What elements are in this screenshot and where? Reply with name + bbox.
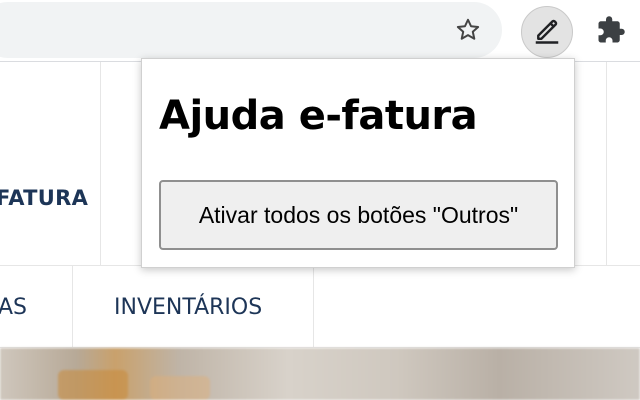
activate-outros-buttons-button[interactable]: Ativar todos os botões "Outros" [159, 180, 558, 250]
hero-image-detail [58, 370, 128, 400]
nav-divider [606, 62, 607, 266]
nav-divider [72, 266, 73, 348]
bookmark-star-icon[interactable] [452, 14, 484, 46]
nav-divider [100, 62, 101, 266]
pen-underline-icon [532, 15, 562, 50]
hero-image-detail [150, 376, 210, 400]
hero-image [0, 348, 640, 400]
address-bar[interactable] [0, 2, 502, 58]
nav-item-inventarios[interactable]: INVENTÁRIOS [114, 295, 262, 320]
popup-title: Ajuda e-fatura [159, 93, 478, 139]
browser-toolbar [0, 0, 640, 62]
nav-item-as[interactable]: AS [0, 295, 27, 320]
extension-ajuda-efatura-button[interactable] [521, 6, 573, 58]
extension-popup: Ajuda e-fatura Ativar todos os botões "O… [141, 58, 575, 268]
extensions-menu-button[interactable] [585, 6, 637, 58]
nav-item-fatura[interactable]: FATURA [0, 186, 88, 210]
nav-divider [313, 266, 314, 348]
puzzle-icon [596, 15, 626, 50]
nav-row-bottom: AS INVENTÁRIOS [0, 266, 640, 348]
